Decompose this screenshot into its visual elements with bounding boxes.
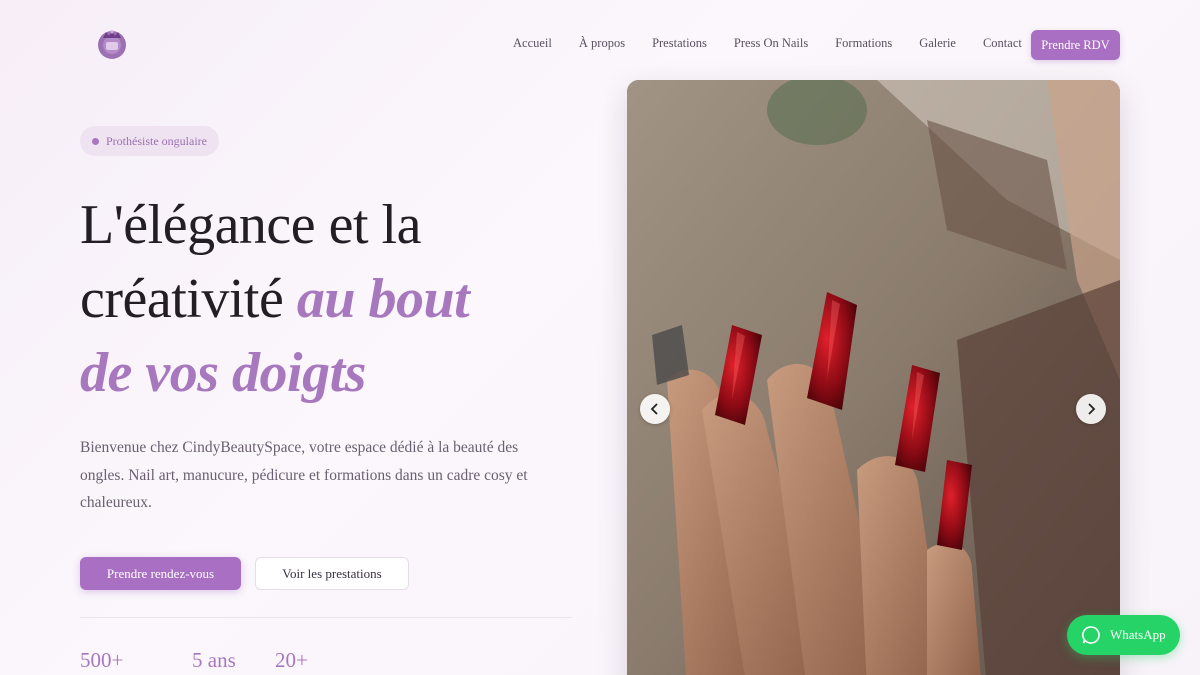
- nav-link-prestations[interactable]: Prestations: [652, 36, 707, 51]
- chevron-left-icon: [650, 403, 658, 415]
- hand-with-red-nails-photo: [627, 80, 1120, 675]
- stat-count: 20+: [275, 648, 308, 672]
- stat-years: 5 ans: [192, 648, 236, 672]
- profession-badge: Prothésiste ongulaire: [80, 126, 219, 156]
- nav-link-contact[interactable]: Contact: [983, 36, 1022, 51]
- badge-label: Prothésiste ongulaire: [106, 133, 207, 148]
- book-appointment-button[interactable]: Prendre rendez-vous: [80, 557, 241, 590]
- whatsapp-icon: [1082, 626, 1100, 644]
- nav-link-a-propos[interactable]: À propos: [579, 36, 625, 51]
- nav-link-galerie[interactable]: Galerie: [919, 36, 956, 51]
- hero-intro: Bienvenue chez CindyBeautySpace, votre e…: [80, 439, 528, 511]
- headline-line-3-accent: de vos doigts: [80, 342, 366, 404]
- headline-line-2-accent: au bout: [296, 268, 470, 330]
- badge-dot: [92, 138, 99, 145]
- stat-clients: 500+: [80, 648, 124, 672]
- nav-link-press-on-nails[interactable]: Press On Nails: [734, 36, 808, 51]
- site-header: Accueil À propos Prestations Press On Na…: [0, 0, 1200, 88]
- hero-headline: L'élégance et la créativité au bout de v…: [80, 188, 600, 410]
- stats-divider: [80, 617, 572, 618]
- crown-nail-logo-icon[interactable]: [92, 24, 132, 64]
- headline-line-1: L'élégance et la: [80, 194, 421, 256]
- whatsapp-button[interactable]: WhatsApp: [1067, 615, 1180, 655]
- view-services-button[interactable]: Voir les prestations: [255, 557, 409, 590]
- whatsapp-label: WhatsApp: [1110, 627, 1166, 642]
- carousel-next-button[interactable]: [1076, 394, 1106, 424]
- main-nav: Accueil À propos Prestations Press On Na…: [513, 36, 1022, 51]
- nav-link-accueil[interactable]: Accueil: [513, 36, 552, 51]
- header-book-button[interactable]: Prendre RDV: [1031, 30, 1120, 60]
- headline-line-2-plain: créativité: [80, 268, 297, 330]
- chevron-right-icon: [1088, 403, 1096, 415]
- carousel-prev-button[interactable]: [640, 394, 670, 424]
- nav-link-formations[interactable]: Formations: [835, 36, 892, 51]
